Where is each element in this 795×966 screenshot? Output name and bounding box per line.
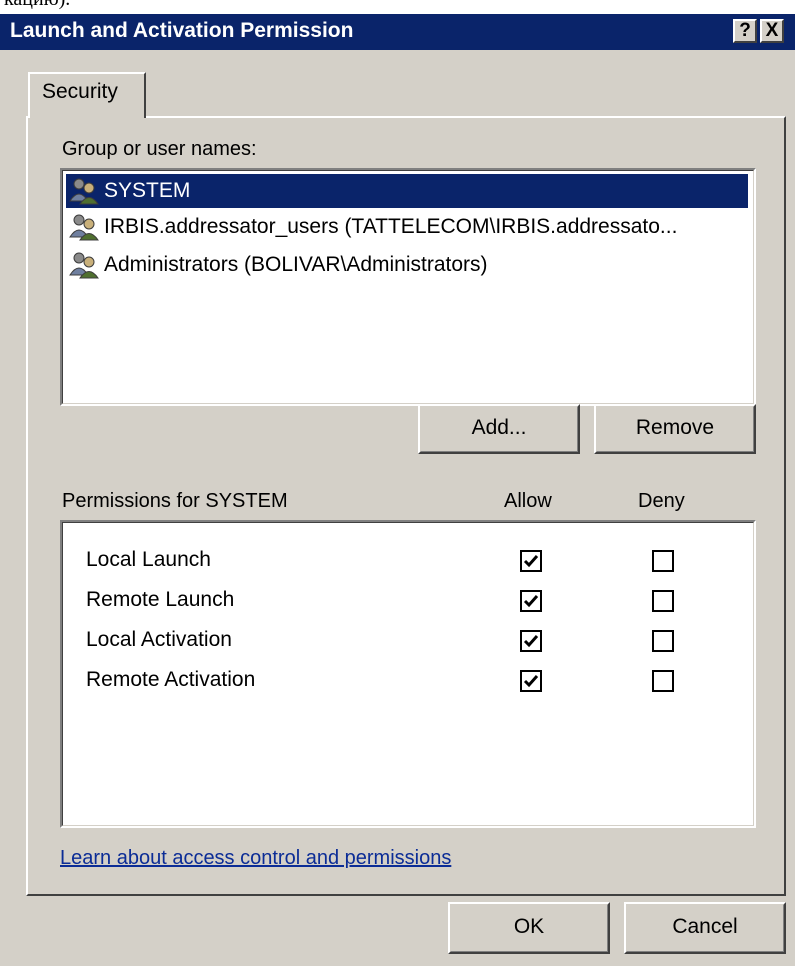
user-group-icon (69, 178, 99, 205)
checkmark-icon (523, 635, 539, 648)
deny-checkbox[interactable] (652, 550, 674, 572)
user-list-item-administrators[interactable]: Administrators (BOLIVAR\Administrators) (66, 248, 748, 282)
deny-checkbox[interactable] (652, 630, 674, 652)
title-bar[interactable]: Launch and Activation Permission ? X (0, 14, 795, 50)
user-group-icon (69, 252, 99, 279)
permission-name: Remote Activation (86, 668, 256, 691)
tab-security-label: Security (42, 80, 118, 103)
document-text-fragment: кацию). (4, 0, 70, 11)
learn-about-permissions-link[interactable]: Learn about access control and permissio… (60, 847, 451, 870)
permission-row-local-launch: Local Launch (62, 542, 754, 582)
permission-dialog: Launch and Activation Permission ? X Sec… (0, 14, 795, 966)
close-button[interactable]: X (760, 19, 784, 43)
tab-security[interactable]: Security (28, 72, 146, 118)
permission-row-remote-launch: Remote Launch (62, 582, 754, 622)
deny-checkbox[interactable] (652, 590, 674, 612)
deny-column-header: Deny (638, 490, 685, 512)
checkmark-icon (523, 595, 539, 608)
user-list-item-irbis[interactable]: IRBIS.addressator_users (TATTELECOM\IRBI… (66, 210, 748, 244)
permission-name: Local Activation (86, 628, 232, 651)
user-list-item-system[interactable]: SYSTEM (66, 174, 748, 208)
permissions-for-label: Permissions for SYSTEM (62, 490, 288, 512)
user-list[interactable]: SYSTEM IRBIS.addressator_users (TATTELEC… (60, 168, 756, 406)
user-group-icon (69, 214, 99, 241)
checkmark-icon (523, 555, 539, 568)
user-name: IRBIS.addressator_users (TATTELECOM\IRBI… (104, 215, 678, 238)
permissions-list: Local Launch Remote Launch Local Activat… (60, 520, 756, 828)
permission-name: Local Launch (86, 548, 211, 571)
window-title: Launch and Activation Permission (10, 19, 354, 42)
permission-name: Remote Launch (86, 588, 235, 611)
remove-button[interactable]: Remove (594, 404, 756, 454)
user-name: Administrators (BOLIVAR\Administrators) (104, 253, 488, 276)
permission-row-remote-activation: Remote Activation (62, 662, 754, 702)
cancel-button[interactable]: Cancel (624, 902, 786, 954)
group-user-names-label: Group or user names: (62, 138, 257, 160)
help-button[interactable]: ? (733, 19, 757, 43)
allow-checkbox[interactable] (520, 590, 542, 612)
allow-checkbox[interactable] (520, 550, 542, 572)
deny-checkbox[interactable] (652, 670, 674, 692)
allow-checkbox[interactable] (520, 630, 542, 652)
user-name: SYSTEM (104, 179, 191, 202)
allow-column-header: Allow (504, 490, 552, 512)
checkmark-icon (523, 675, 539, 688)
permission-row-local-activation: Local Activation (62, 622, 754, 662)
ok-button[interactable]: OK (448, 902, 610, 954)
allow-checkbox[interactable] (520, 670, 542, 692)
add-button[interactable]: Add... (418, 404, 580, 454)
